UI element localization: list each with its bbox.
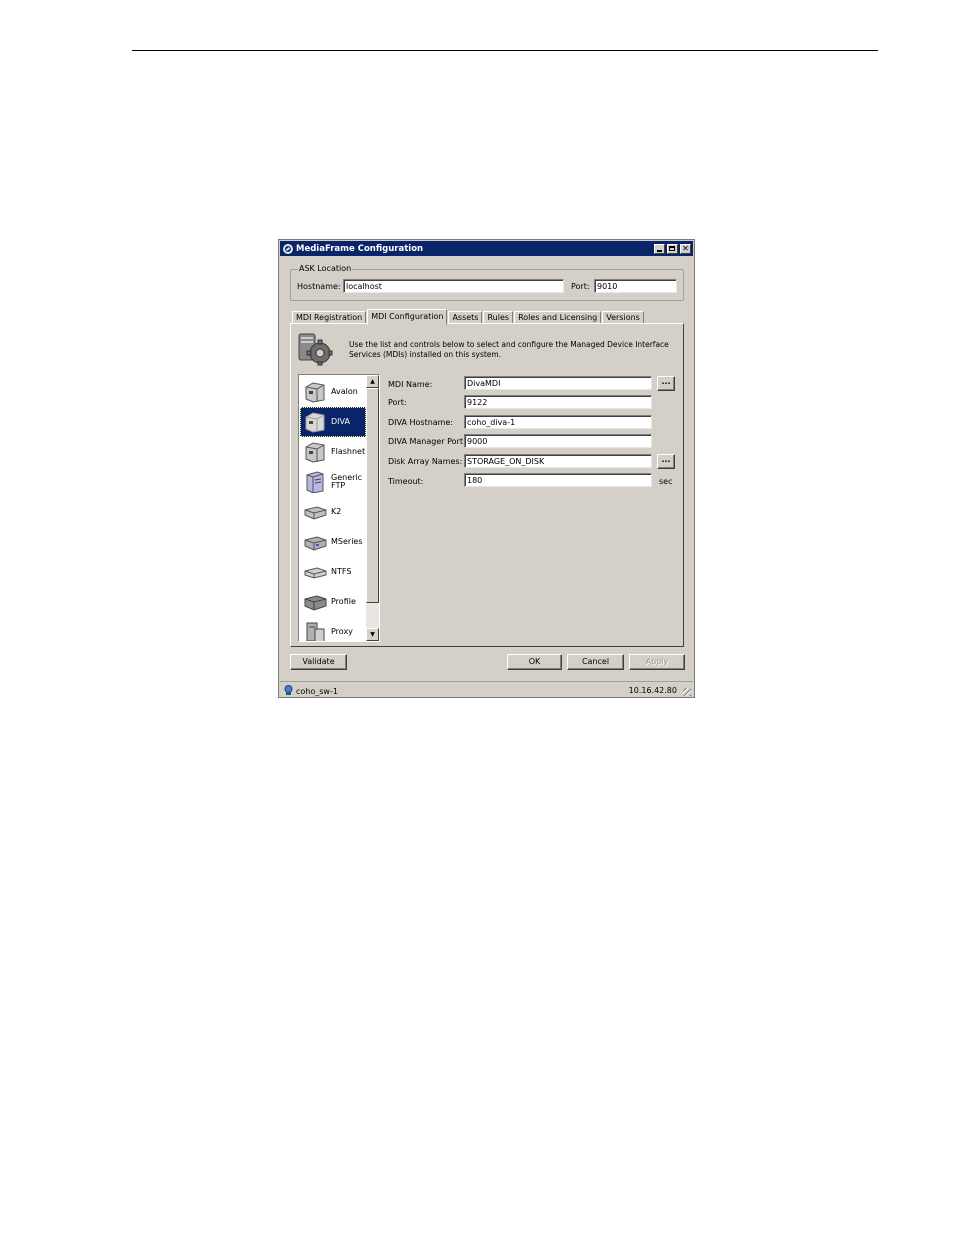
status-bar: coho_sw-1 10.16.42.80 bbox=[280, 681, 693, 698]
list-item-k2[interactable]: K2 bbox=[300, 497, 366, 527]
tab-mdi-configuration[interactable]: MDI Configuration bbox=[367, 309, 448, 325]
list-item-flashnet[interactable]: Flashnet bbox=[300, 437, 366, 467]
disk-array-browse-button[interactable]: ... bbox=[657, 454, 675, 469]
proxy-icon bbox=[303, 621, 327, 641]
list-item-label: Generic FTP bbox=[331, 473, 363, 490]
list-item-label: Proxy bbox=[331, 627, 353, 636]
list-scrollbar[interactable]: ▲ ▼ bbox=[366, 375, 379, 641]
cancel-button[interactable]: Cancel bbox=[567, 654, 624, 670]
list-item-label: NTFS bbox=[331, 567, 352, 576]
title-bar[interactable]: MediaFrame Configuration ✕ bbox=[280, 241, 693, 256]
status-host: coho_sw-1 bbox=[296, 687, 338, 696]
drive-icon bbox=[303, 531, 327, 553]
list-item-label: Profile bbox=[331, 597, 356, 606]
scroll-down-icon[interactable]: ▼ bbox=[366, 628, 379, 641]
port-input[interactable]: 9122 bbox=[464, 395, 652, 409]
scroll-up-icon[interactable]: ▲ bbox=[366, 375, 379, 388]
diva-hostname-label: DIVA Hostname: bbox=[388, 418, 454, 427]
configuration-gear-icon bbox=[297, 332, 333, 366]
window-title: MediaFrame Configuration bbox=[296, 243, 424, 254]
list-item-diva[interactable]: DIVA bbox=[300, 407, 366, 437]
list-item-profile[interactable]: Profile bbox=[300, 587, 366, 617]
validate-button[interactable]: Validate bbox=[290, 654, 347, 670]
minimize-button[interactable] bbox=[654, 243, 665, 254]
mdi-name-label: MDI Name: bbox=[388, 380, 433, 389]
close-button[interactable]: ✕ bbox=[680, 243, 691, 254]
list-item-avalon[interactable]: Avalon bbox=[300, 377, 366, 407]
apply-button[interactable]: Apply bbox=[629, 654, 685, 670]
list-item-label: MSeries bbox=[331, 537, 363, 546]
diva-manager-port-input[interactable]: 9000 bbox=[464, 434, 652, 448]
mdi-listbox[interactable]: Avalon DIVA Flashnet Generic FTP K2 MSer… bbox=[298, 374, 380, 642]
timeout-label: Timeout: bbox=[388, 477, 424, 486]
timeout-input[interactable]: 180 bbox=[464, 473, 652, 487]
list-item-ntfs[interactable]: NTFS bbox=[300, 557, 366, 587]
intro-text: Use the list and controls below to selec… bbox=[349, 340, 669, 359]
list-item-label: Flashnet bbox=[331, 447, 366, 456]
list-item-label: K2 bbox=[331, 507, 342, 516]
ask-location-group: ASK Location Hostname: localhost Port: 9… bbox=[290, 264, 684, 301]
list-item-label: Avalon bbox=[331, 387, 358, 396]
ftp-server-icon bbox=[303, 471, 327, 494]
server-icon bbox=[303, 441, 327, 463]
ask-location-legend: ASK Location bbox=[298, 264, 353, 273]
list-item-generic-ftp[interactable]: Generic FTP bbox=[300, 467, 366, 497]
server-icon bbox=[303, 411, 327, 433]
page-header-rule bbox=[132, 50, 878, 51]
disk-array-names-input[interactable]: STORAGE_ON_DISK bbox=[464, 454, 652, 468]
drive-icon bbox=[303, 501, 327, 523]
list-item-proxy[interactable]: Proxy bbox=[300, 617, 366, 641]
list-item-label: DIVA bbox=[331, 417, 350, 426]
server-icon bbox=[303, 381, 327, 403]
ask-port-input[interactable]: 9010 bbox=[594, 279, 677, 293]
mdi-name-input[interactable]: DivaMDI bbox=[464, 376, 652, 390]
diva-hostname-input[interactable]: coho_diva-1 bbox=[464, 415, 652, 429]
port-label: Port: bbox=[388, 398, 407, 407]
diva-manager-port-label: DIVA Manager Port: bbox=[388, 437, 466, 446]
timeout-unit: sec bbox=[659, 477, 673, 486]
resize-grip-icon[interactable] bbox=[683, 688, 691, 696]
ok-button[interactable]: OK bbox=[507, 654, 562, 670]
hostname-label: Hostname: bbox=[297, 282, 341, 291]
hostname-input[interactable]: localhost bbox=[343, 279, 564, 293]
scroll-thumb[interactable] bbox=[366, 388, 379, 603]
list-item-mseries[interactable]: MSeries bbox=[300, 527, 366, 557]
tab-strip: MDI Registration MDI Configuration Asset… bbox=[292, 309, 645, 325]
status-ip: 10.16.42.80 bbox=[628, 686, 677, 695]
ask-port-label: Port: bbox=[571, 282, 590, 291]
maximize-button[interactable] bbox=[667, 243, 678, 254]
drive-icon bbox=[303, 591, 327, 613]
mediaframe-config-window: MediaFrame Configuration ✕ ASK Location … bbox=[278, 239, 695, 698]
app-icon bbox=[283, 243, 293, 254]
mdi-name-browse-button[interactable]: ... bbox=[657, 376, 675, 391]
host-status-icon bbox=[284, 685, 293, 698]
drive-icon bbox=[303, 561, 327, 583]
disk-array-names-label: Disk Array Names: bbox=[388, 457, 463, 466]
